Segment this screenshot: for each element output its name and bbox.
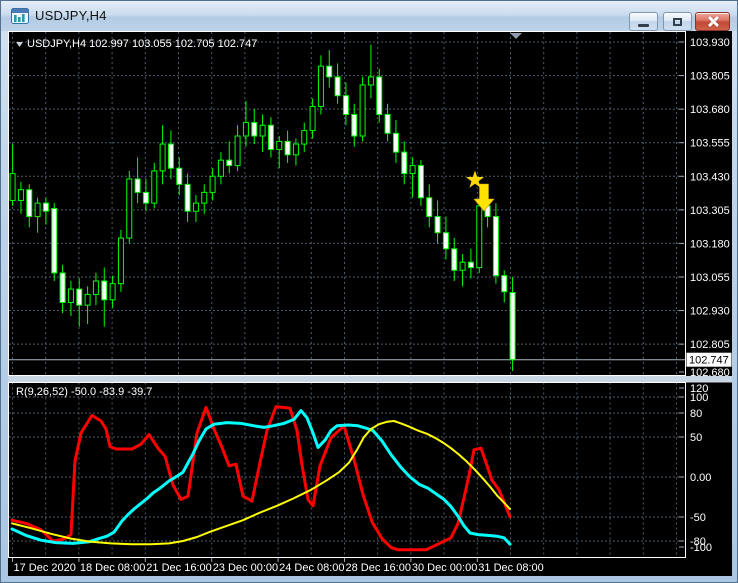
price-axis-label: 103.055 xyxy=(690,272,730,284)
indicator-axis-label: 80 xyxy=(690,408,702,420)
restore-button[interactable] xyxy=(663,12,692,31)
time-axis-label: 17 Dec 2020 xyxy=(14,562,76,574)
minimize-button[interactable] xyxy=(629,12,658,31)
time-axis-label: 30 Dec 00:00 xyxy=(412,562,477,574)
price-axis-label: 102.805 xyxy=(690,339,730,351)
price-axis-label: 103.805 xyxy=(690,71,730,83)
panel-separator xyxy=(8,376,732,383)
chart-window: USDJPY,H4 103.930 103.805 103.680 103.555 10… xyxy=(0,0,738,583)
current-price-label: 102.747 xyxy=(689,355,729,367)
price-axis-label: 102.930 xyxy=(690,306,730,318)
chart-canvas: 103.930 103.805 103.680 103.555 103.430 103.3… xyxy=(8,31,732,576)
minimize-icon xyxy=(638,24,649,27)
close-button[interactable] xyxy=(695,12,730,31)
price-axis-label: 103.930 xyxy=(690,37,730,49)
time-axis-label: 21 Dec 16:00 xyxy=(146,562,211,574)
time-axis-label: 31 Dec 08:00 xyxy=(478,562,543,574)
close-icon xyxy=(706,15,719,28)
time-axis-label: 28 Dec 16:00 xyxy=(346,562,411,574)
time-axis-label: 23 Dec 00:00 xyxy=(213,562,278,574)
restore-icon xyxy=(673,17,682,26)
title-bar[interactable]: USDJPY,H4 xyxy=(1,1,737,31)
chart-client-area: 103.930 103.805 103.680 103.555 103.430 103.3… xyxy=(8,31,732,576)
price-axis-label: 103.680 xyxy=(690,104,730,116)
price-axis-label: 102.680 xyxy=(690,367,730,379)
app-icon xyxy=(11,8,29,24)
indicator-axis-label: -100 xyxy=(690,542,712,554)
indicator-axis-label: -50 xyxy=(690,512,706,524)
indicator-axis-label: 100 xyxy=(690,392,708,404)
price-axis-label: 103.180 xyxy=(690,238,730,250)
time-axis-label: 24 Dec 08:00 xyxy=(279,562,344,574)
main-chart-plot[interactable] xyxy=(9,32,685,376)
price-axis-label: 103.555 xyxy=(690,138,730,150)
indicator-axis-label: 50 xyxy=(690,432,702,444)
price-axis-label: 103.430 xyxy=(690,171,730,183)
price-axis-label: 103.305 xyxy=(690,205,730,217)
indicator-info-label: R(9,26,52) -50.0 -83.9 -39.7 xyxy=(16,386,152,398)
chart-info-label: USDJPY,H4 102.997 103.055 102.705 102.74… xyxy=(27,38,257,50)
indicator-axis-label: 0.00 xyxy=(690,472,711,484)
indicator-plot[interactable] xyxy=(9,383,685,558)
window-title: USDJPY,H4 xyxy=(35,8,107,23)
time-axis-label: 18 Dec 08:00 xyxy=(80,562,145,574)
